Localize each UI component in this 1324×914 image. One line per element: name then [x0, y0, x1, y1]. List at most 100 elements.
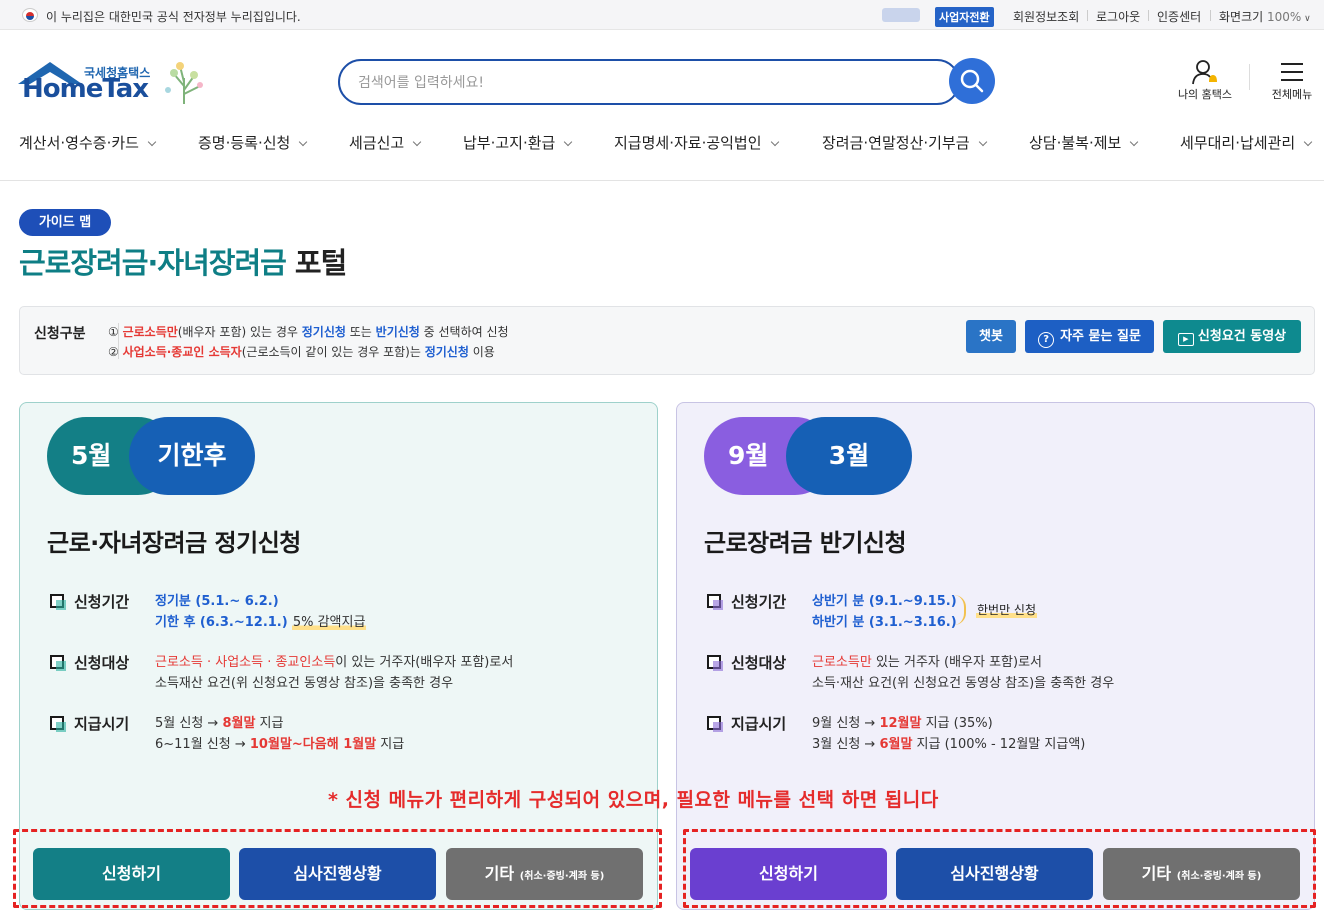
text: 이용 — [468, 345, 495, 359]
main-nav: 계산서·영수증·카드 증명·등록·신청 세금신고 납부·고지·환급 지급명세·자… — [0, 126, 1324, 160]
text: 있는 거주자 (배우자 포함)로서 — [871, 655, 1043, 670]
card-title: 근로장려금 반기신청 — [704, 529, 907, 557]
nav-label: 상담·불복·제보 — [1029, 134, 1122, 152]
half-etc-button[interactable]: 기타 (취소·증빙·계좌 등) — [1103, 848, 1300, 900]
zoom-control[interactable]: 화면크기 100% ∨ — [1219, 8, 1311, 25]
text: 이 있는 거주자(배우자 포함)로서 — [335, 655, 514, 670]
apply-period-row: 신청기간 상반기 분 (9.1.~9.15.) 하반기 분 (3.1.~3.16… — [704, 591, 1284, 635]
reduced-note: 5% 감액지급 — [291, 615, 367, 630]
nav-label: 계산서·영수증·카드 — [19, 134, 139, 152]
nav-item-incentive[interactable]: 장려금·연말정산·기부금 — [822, 132, 987, 153]
page-title: 근로장려금·자녀장려금 포털 — [19, 240, 347, 282]
chevron-down-icon: ∨ — [1301, 14, 1311, 24]
checkbox-icon — [707, 594, 723, 610]
search-input[interactable] — [358, 72, 918, 94]
nav-item-agent[interactable]: 세무대리·납세관리 — [1180, 132, 1313, 153]
half-status-button[interactable]: 심사진행상황 — [896, 848, 1093, 900]
highlight-red: 6월말 — [879, 737, 913, 752]
chevron-down-icon — [147, 137, 157, 147]
highlight-red: 10월말~다음해 1월말 — [249, 737, 377, 752]
faq-button[interactable]: ? 자주 묻는 질문 — [1025, 320, 1154, 353]
row-label: 신청대상 — [74, 654, 130, 672]
period-pill: 9월 3월 — [704, 417, 912, 495]
bracket-mark — [954, 595, 966, 625]
etc-sub-label: (취소·증빙·계좌 등) — [1176, 871, 1262, 882]
chatbot-button[interactable]: 챗봇 — [966, 320, 1016, 353]
highlight-red: 사업소득·종교인 소득자 — [122, 345, 242, 359]
half-apply-button[interactable]: 신청하기 — [690, 848, 887, 900]
search-button[interactable] — [949, 58, 995, 104]
text: 3월 신청 → — [812, 737, 880, 752]
apply-period-row: 신청기간 정기분 (5.1.~ 6.2.) 기한 후 (6.3.~12.1.) … — [47, 591, 627, 635]
user-name-masked — [882, 8, 920, 22]
row-value: 5월 신청 → 8월말 지급 6~11월 신청 → 10월말~다음해 1월말 지… — [155, 713, 404, 755]
nav-label: 세금신고 — [349, 134, 405, 152]
nav-label: 지급명세·자료·공익법인 — [614, 134, 762, 152]
regular-etc-button[interactable]: 기타 (취소·증빙·계좌 등) — [446, 848, 643, 900]
checkbox-icon — [707, 716, 723, 732]
text: 지급 (100% - 12월말 지급액) — [912, 737, 1086, 752]
search-box[interactable] — [338, 59, 960, 105]
chevron-down-icon — [1130, 137, 1139, 147]
play-icon: ▶ — [1177, 333, 1194, 346]
checkbox-icon — [50, 594, 66, 610]
zoom-label: 화면크기 — [1219, 10, 1264, 24]
apply-target-row: 신청대상 근로소득만 있는 거주자 (배우자 포함)로서 소득·재산 요건(위 … — [704, 652, 1284, 696]
nav-item-tax-report[interactable]: 세금신고 — [349, 132, 422, 153]
biz-switch-button[interactable]: 사업자전환 — [935, 7, 994, 27]
text: 6~11월 신청 → — [155, 737, 250, 752]
chevron-down-icon — [770, 137, 779, 147]
text: (근로소득이 같이 있는 경우 포함)는 — [241, 345, 425, 359]
row-label: 신청대상 — [731, 654, 787, 672]
pay-time-row: 지급시기 9월 신청 → 12월말 지급 (35%) 3월 신청 → 6월말 지… — [704, 713, 1284, 757]
nav-item-certificate[interactable]: 증명·등록·신청 — [198, 132, 308, 153]
row-value: 상반기 분 (9.1.~9.15.) 하반기 분 (3.1.~3.16.) — [812, 591, 957, 633]
text: 소득재산 요건(위 신청요건 동영상 참조)을 충족한 경우 — [155, 676, 454, 691]
regular-status-button[interactable]: 심사진행상황 — [239, 848, 436, 900]
highlight-blue: 정기신청 — [301, 325, 346, 339]
hometax-logo[interactable]: 국세청홈택스 HomeTax — [18, 58, 218, 108]
video-label: 신청요건 동영상 — [1197, 329, 1287, 344]
card-title: 근로·자녀장려금 정기신청 — [47, 529, 301, 557]
korea-flag-icon — [22, 8, 38, 22]
guide-map-badge[interactable]: 가이드 맵 — [19, 209, 111, 236]
my-hometax-button[interactable]: 나의 홈택스 — [1170, 58, 1240, 104]
cert-center-link[interactable]: 인증센터 — [1157, 8, 1201, 25]
apply-type-line-1: ① 근로소득만(배우자 포함) 있는 경우 정기신청 또는 반기신청 중 선택하… — [108, 323, 509, 340]
chevron-down-icon — [564, 137, 573, 147]
row-label: 신청기간 — [731, 593, 787, 611]
checkbox-icon — [50, 716, 66, 732]
nav-item-payment[interactable]: 납부·고지·환급 — [463, 132, 573, 153]
video-button[interactable]: ▶ 신청요건 동영상 — [1163, 320, 1301, 353]
nav-item-statements[interactable]: 지급명세·자료·공익법인 — [614, 132, 779, 153]
my-hometax-label: 나의 홈택스 — [1177, 88, 1233, 101]
nav-item-consult[interactable]: 상담·불복·제보 — [1029, 132, 1139, 153]
highlight-blue: 반기신청 — [375, 325, 420, 339]
row-value: 근로소득 · 사업소득 · 종교인소득이 있는 거주자(배우자 포함)로서 소득… — [155, 652, 513, 694]
highlight-red: 근로소득 · 사업소득 · 종교인소득 — [155, 655, 336, 670]
apply-type-line-2: ② 사업소득·종교인 소득자(근로소득이 같이 있는 경우 포함)는 정기신청 … — [108, 343, 495, 360]
all-menu-label: 전체메뉴 — [1271, 88, 1313, 101]
regular-apply-button[interactable]: 신청하기 — [33, 848, 230, 900]
gov-banner: 이 누리집은 대한민국 공식 전자정부 누리집입니다. 사업자전환 회원정보조회… — [0, 0, 1324, 30]
checkbox-icon — [50, 655, 66, 671]
chevron-down-icon — [978, 137, 987, 147]
text: 지급 — [255, 716, 284, 731]
nav-label: 납부·고지·환급 — [463, 134, 556, 152]
chevron-down-icon — [299, 137, 308, 147]
nav-item-invoice[interactable]: 계산서·영수증·카드 — [19, 132, 157, 153]
logout-link[interactable]: 로그아웃 — [1096, 8, 1140, 25]
all-menu-button[interactable]: 전체메뉴 — [1262, 58, 1322, 104]
etc-label: 기타 — [1141, 864, 1172, 883]
logo-title: HomeTax — [22, 74, 149, 104]
etc-label: 기타 — [484, 864, 515, 883]
etc-sub-label: (취소·증빙·계좌 등) — [519, 871, 605, 882]
divider — [1249, 64, 1250, 90]
chevron-down-icon — [1303, 137, 1313, 147]
pay-time-row: 지급시기 5월 신청 → 8월말 지급 6~11월 신청 → 10월말~다음해 … — [47, 713, 627, 757]
question-circle-icon: ? — [1038, 332, 1055, 348]
hamburger-icon — [1281, 63, 1303, 81]
menu-note: * 신청 메뉴가 편리하게 구성되어 있으며, 필요한 메뉴를 선택 하면 됩니… — [328, 789, 939, 811]
member-info-link[interactable]: 회원정보조회 — [1013, 8, 1079, 25]
period-second-half: 하반기 분 (3.1.~3.16.) — [812, 615, 957, 630]
